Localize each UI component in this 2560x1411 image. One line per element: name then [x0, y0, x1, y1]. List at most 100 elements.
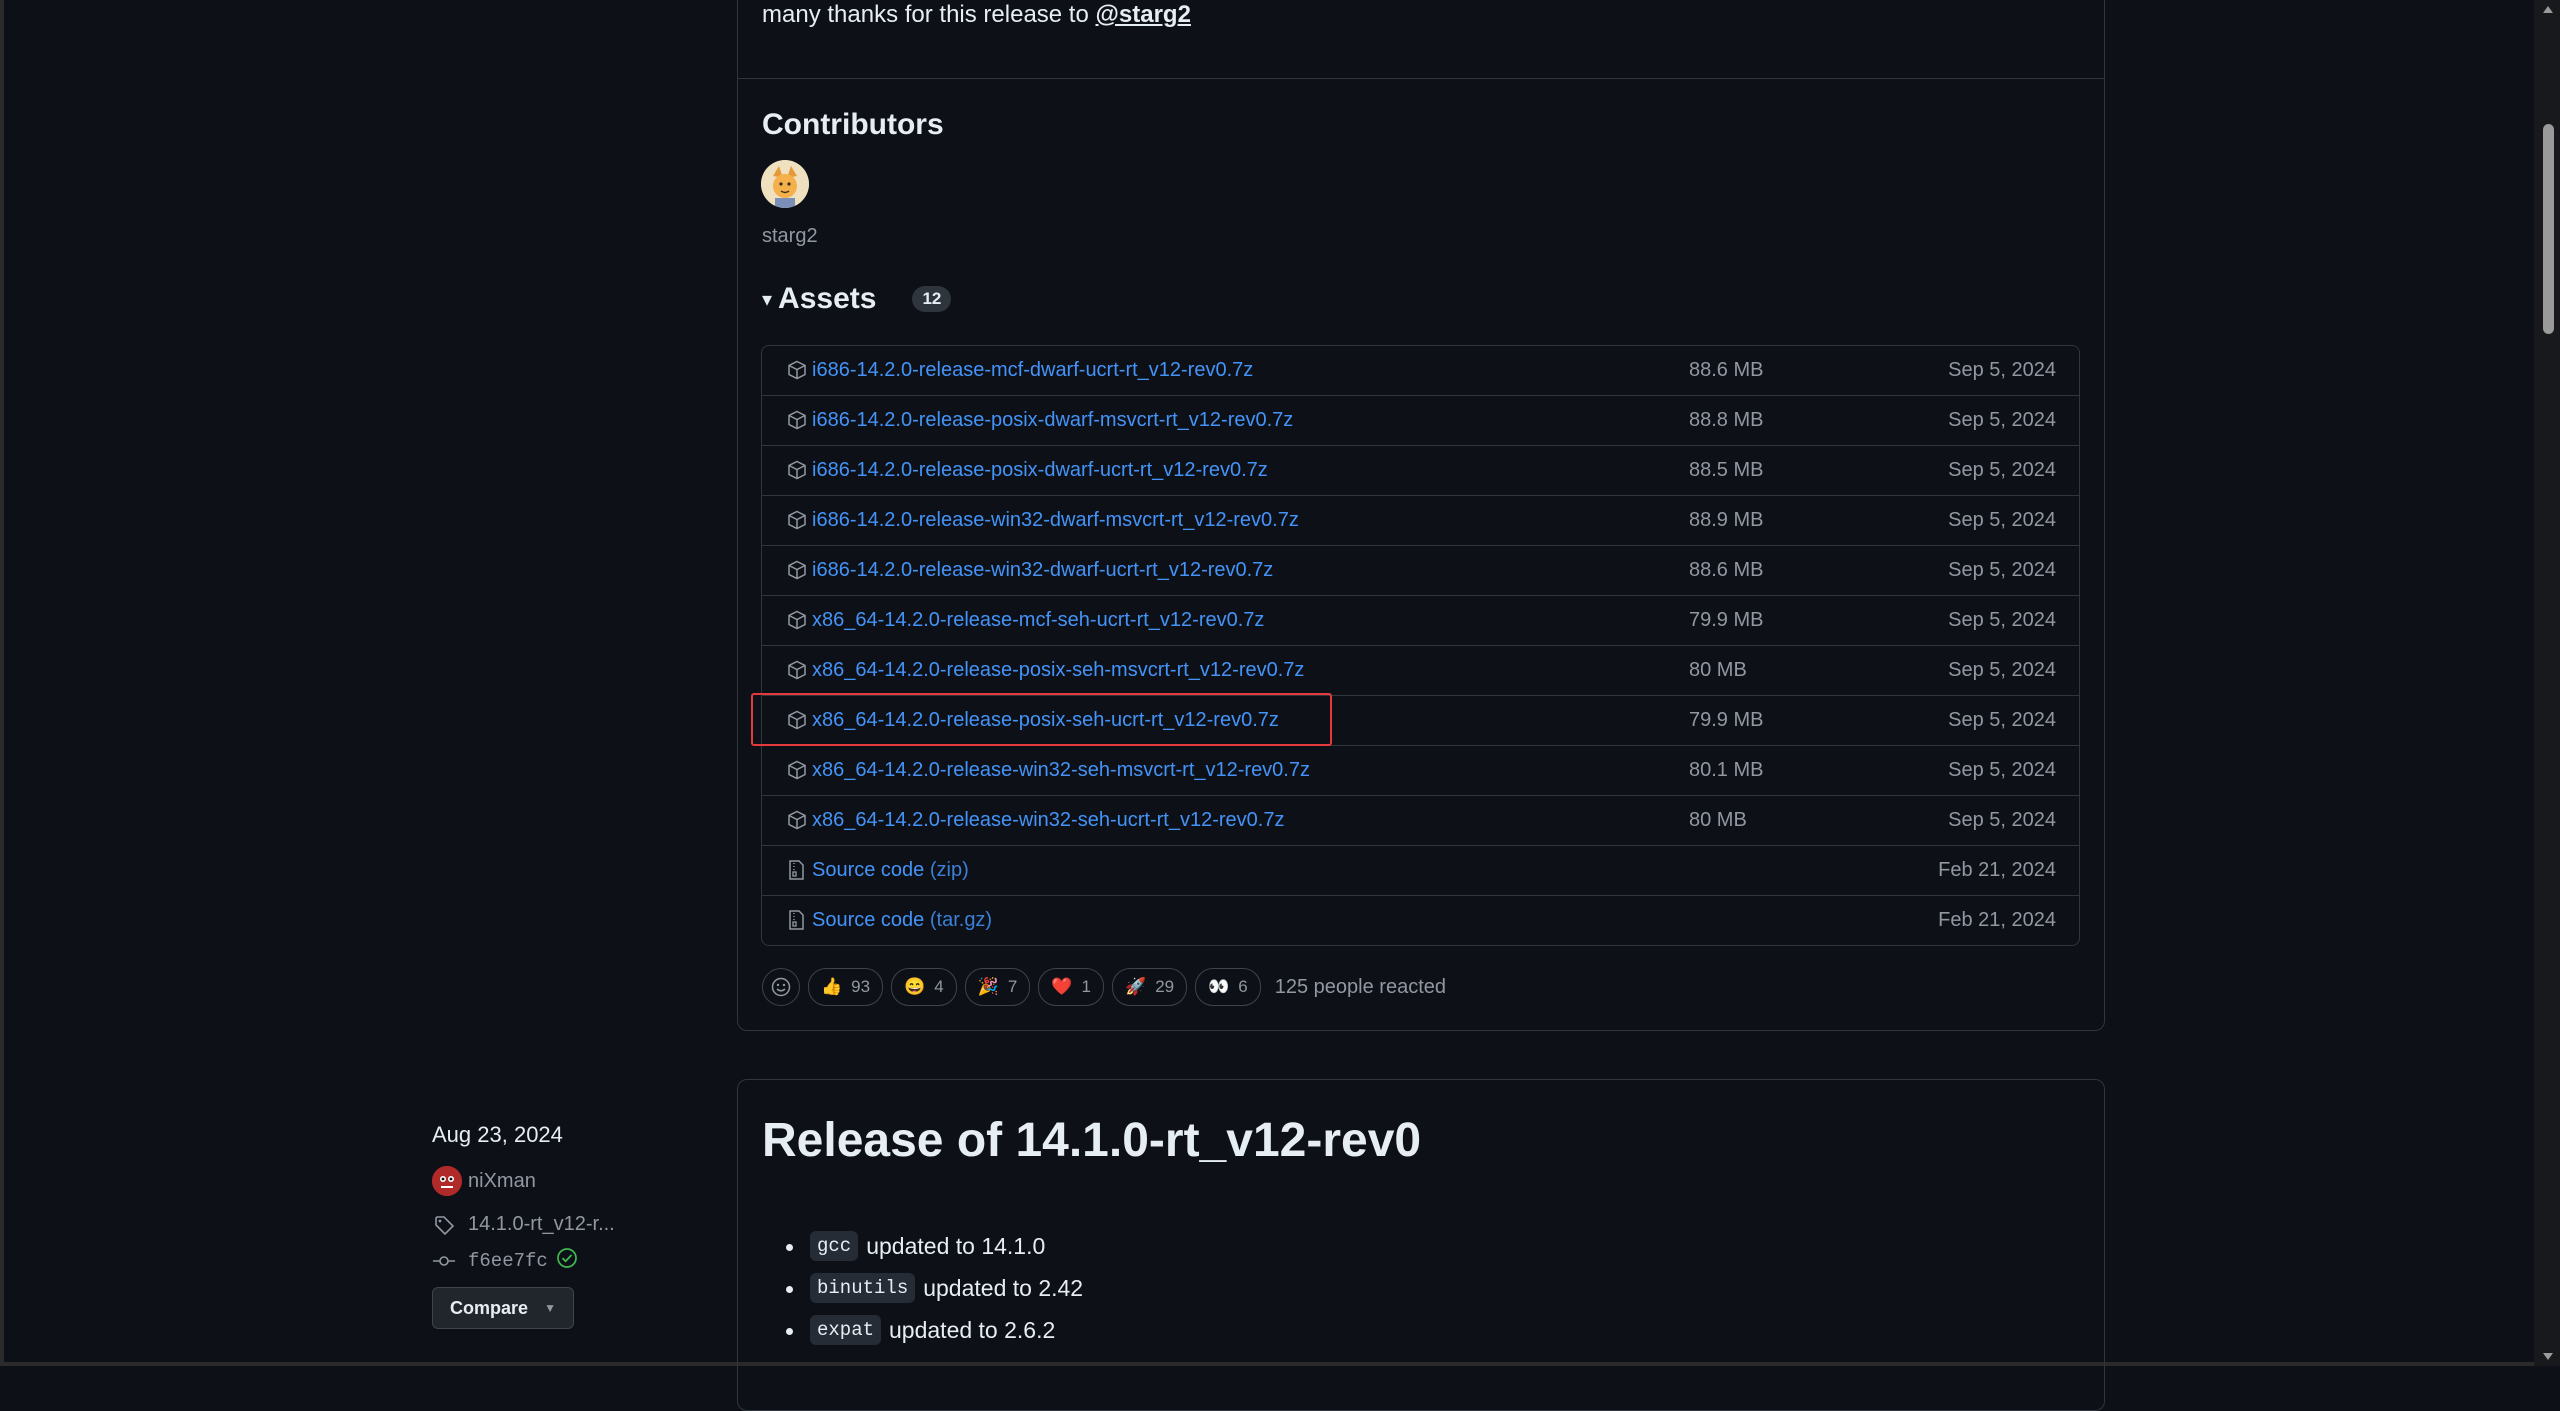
- thanks-line: many thanks for this release to @starg2: [762, 0, 1191, 30]
- asset-date: Sep 5, 2024: [1948, 359, 2056, 381]
- caret-down-icon: ▼: [544, 1301, 556, 1315]
- source-label: Source code: [812, 859, 925, 881]
- source-label: Source code: [812, 909, 925, 931]
- assets-list: i686-14.2.0-release-mcf-dwarf-ucrt-rt_v1…: [761, 345, 2080, 946]
- asset-size: 80 MB: [1689, 809, 1747, 831]
- author-name: niXman: [468, 1169, 536, 1192]
- package-icon: [787, 610, 807, 630]
- package-icon: [787, 510, 807, 530]
- change-text: updated to 2.6.2: [889, 1316, 1056, 1343]
- package-icon: [787, 810, 807, 830]
- package-code: binutils: [810, 1273, 916, 1303]
- asset-row: x86_64-14.2.0-release-win32-seh-msvcrt-r…: [762, 745, 2079, 795]
- package-icon: [787, 760, 807, 780]
- assets-count-badge: 12: [912, 286, 952, 312]
- contributors-heading: Contributors: [762, 108, 944, 141]
- release-tag-link[interactable]: 14.1.0-rt_v12-r...: [432, 1213, 615, 1236]
- asset-row: i686-14.2.0-release-posix-dwarf-ucrt-rt_…: [762, 445, 2079, 495]
- asset-date: Feb 21, 2024: [1938, 859, 2056, 881]
- compare-button[interactable]: Compare ▼: [432, 1287, 574, 1329]
- asset-date: Sep 5, 2024: [1948, 659, 2056, 681]
- asset-date: Sep 5, 2024: [1948, 409, 2056, 431]
- asset-date: Sep 5, 2024: [1948, 809, 2056, 831]
- reaction-count: 7: [1007, 977, 1018, 996]
- asset-download-link[interactable]: x86_64-14.2.0-release-posix-seh-msvcrt-r…: [812, 659, 1304, 682]
- asset-download-link[interactable]: i686-14.2.0-release-win32-dwarf-msvcrt-r…: [812, 509, 1299, 532]
- source-format: (tar.gz): [929, 909, 993, 931]
- reaction-button[interactable]: 👍 93: [808, 968, 884, 1006]
- reaction-button[interactable]: 😄 4: [891, 968, 957, 1006]
- file-zip-icon: [787, 910, 807, 930]
- package-code: expat: [810, 1315, 882, 1345]
- asset-row: x86_64-14.2.0-release-win32-seh-ucrt-rt_…: [762, 795, 2079, 845]
- change-text: updated to 2.42: [923, 1274, 1084, 1301]
- reaction-button[interactable]: 🎉 7: [964, 968, 1031, 1006]
- reaction-count: 29: [1155, 977, 1175, 996]
- asset-download-link[interactable]: i686-14.2.0-release-posix-dwarf-ucrt-rt_…: [812, 459, 1268, 482]
- asset-date: Sep 5, 2024: [1948, 459, 2056, 481]
- divider: [738, 78, 2104, 79]
- release-commit-link[interactable]: f6ee7fc: [432, 1247, 578, 1275]
- contributor-name[interactable]: starg2: [762, 225, 818, 248]
- asset-download-link[interactable]: i686-14.2.0-release-posix-dwarf-msvcrt-r…: [812, 409, 1293, 432]
- source-format: (zip): [929, 859, 969, 881]
- reaction-button[interactable]: ❤️ 1: [1038, 968, 1105, 1006]
- scrollbar-thumb[interactable]: [2543, 124, 2554, 334]
- release-date: Aug 23, 2024: [432, 1122, 563, 1147]
- commit-sha: f6ee7fc: [468, 1250, 548, 1272]
- source-download-link[interactable]: Source code (zip): [812, 859, 969, 882]
- contributor-mention-link[interactable]: @starg2: [1096, 1, 1191, 28]
- caret-down-icon: ▾: [762, 288, 773, 311]
- asset-download-link[interactable]: x86_64-14.2.0-release-mcf-seh-ucrt-rt_v1…: [812, 609, 1264, 632]
- asset-size: 88.9 MB: [1689, 509, 1764, 531]
- reaction-emoji: ❤️: [1051, 977, 1073, 996]
- change-item: expat updated to 2.6.2: [782, 1309, 1083, 1351]
- package-icon: [787, 360, 807, 380]
- smiley-icon: [771, 977, 791, 997]
- file-zip-icon: [787, 860, 807, 880]
- scroll-down-arrow-icon[interactable]: [2543, 1353, 2553, 1360]
- reaction-button[interactable]: 👀 6: [1195, 968, 1261, 1006]
- asset-date: Sep 5, 2024: [1948, 709, 2056, 731]
- source-row: Source code (tar.gz) Feb 21, 2024: [762, 895, 2079, 945]
- asset-date: Sep 5, 2024: [1948, 759, 2056, 781]
- asset-date: Sep 5, 2024: [1948, 509, 2056, 531]
- highlight-box: [751, 693, 1332, 746]
- change-item: binutils updated to 2.42: [782, 1267, 1083, 1309]
- contributor-avatar[interactable]: [761, 160, 809, 208]
- reactions-summary: 125 people reacted: [1274, 975, 1446, 998]
- reaction-emoji: 😄: [904, 977, 926, 996]
- scrollbar[interactable]: [2534, 0, 2560, 1366]
- reaction-button[interactable]: 🚀 29: [1112, 968, 1188, 1006]
- release-title[interactable]: Release of 14.1.0-rt_v12-rev0: [762, 1113, 1421, 1168]
- asset-size: 79.9 MB: [1689, 609, 1764, 631]
- asset-row: i686-14.2.0-release-win32-dwarf-ucrt-rt_…: [762, 545, 2079, 595]
- asset-size: 80 MB: [1689, 659, 1747, 681]
- assets-heading: Assets: [778, 282, 877, 315]
- asset-download-link[interactable]: i686-14.2.0-release-mcf-dwarf-ucrt-rt_v1…: [812, 359, 1253, 382]
- reaction-emoji: 👍: [821, 977, 843, 996]
- asset-date: Feb 21, 2024: [1938, 909, 2056, 931]
- thanks-text: many thanks for this release to: [762, 1, 1089, 28]
- reaction-emoji: 🎉: [977, 977, 999, 996]
- package-icon: [787, 460, 807, 480]
- asset-size: 80.1 MB: [1689, 759, 1764, 781]
- asset-row: i686-14.2.0-release-posix-dwarf-msvcrt-r…: [762, 395, 2079, 445]
- scroll-up-arrow-icon[interactable]: [2543, 6, 2553, 13]
- reaction-count: 4: [934, 977, 944, 996]
- source-download-link[interactable]: Source code (tar.gz): [812, 909, 992, 932]
- release-author[interactable]: niXman: [432, 1166, 536, 1196]
- asset-date: Sep 5, 2024: [1948, 609, 2056, 631]
- asset-download-link[interactable]: x86_64-14.2.0-release-win32-seh-msvcrt-r…: [812, 759, 1310, 782]
- assets-toggle[interactable]: ▾ Assets 12: [762, 282, 952, 316]
- reaction-emoji: 👀: [1208, 977, 1230, 996]
- asset-download-link[interactable]: x86_64-14.2.0-release-win32-seh-ucrt-rt_…: [812, 809, 1284, 832]
- change-text: updated to 14.1.0: [866, 1232, 1046, 1259]
- asset-size: 79.9 MB: [1689, 709, 1764, 731]
- asset-download-link[interactable]: i686-14.2.0-release-win32-dwarf-ucrt-rt_…: [812, 559, 1273, 582]
- add-reaction-button[interactable]: [762, 968, 800, 1006]
- asset-row: i686-14.2.0-release-mcf-dwarf-ucrt-rt_v1…: [762, 346, 2079, 395]
- asset-date: Sep 5, 2024: [1948, 559, 2056, 581]
- compare-label: Compare: [450, 1297, 529, 1318]
- release-changes-list: gcc updated to 14.1.0 binutils updated to 2…: [782, 1225, 1083, 1351]
